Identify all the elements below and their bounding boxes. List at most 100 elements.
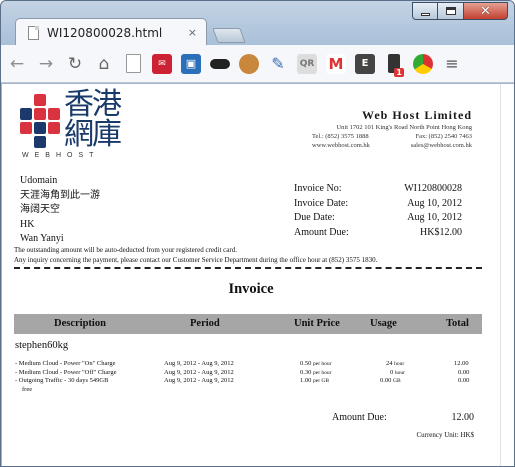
item-usage: 0.00 GB xyxy=(380,377,401,384)
menu-icon: ≡ xyxy=(445,54,459,73)
reload-icon: ↻ xyxy=(67,53,83,74)
address-line: 海阔天空 xyxy=(20,204,60,215)
scrollbar[interactable] xyxy=(500,84,514,466)
address-line: Udomain xyxy=(20,175,58,186)
usage-unit: GB xyxy=(393,378,401,384)
maximize-icon xyxy=(445,7,456,15)
toolbar: ← → ↻ ⌂ ✉ ▣ ✎ QR M E 1 ≡ xyxy=(1,45,514,83)
home-icon: ⌂ xyxy=(98,53,110,74)
minimize-icon xyxy=(420,12,430,16)
back-button[interactable]: ← xyxy=(4,51,30,77)
extension-7-button[interactable]: M xyxy=(323,51,349,77)
page-button[interactable] xyxy=(120,51,146,77)
company-web-email: www.webhost.com.hk sales@webhost.com.hk xyxy=(312,141,472,150)
extension-8-button[interactable]: E xyxy=(352,51,378,77)
window-controls: ✕ xyxy=(412,2,508,20)
evernote-icon: E xyxy=(355,53,375,74)
menu-button[interactable]: ≡ xyxy=(439,51,465,77)
browser-tab[interactable]: WI120800028.html × xyxy=(15,18,207,46)
qr-icon: QR xyxy=(297,53,317,74)
maximize-button[interactable] xyxy=(438,2,464,20)
webhost-logo: 香港網庫 WEBHOST xyxy=(20,90,132,162)
column-header-usage: Usage xyxy=(370,318,397,329)
payment-notes: The outstanding amount will be auto-dedu… xyxy=(14,246,494,265)
address-line: 天涯海角到此一游 xyxy=(20,189,100,201)
logo-wordmark: WEBHOST xyxy=(22,152,100,159)
extension-10-button[interactable] xyxy=(410,51,436,77)
incognito-mask-icon xyxy=(210,58,230,69)
item-unit-price: 1.00 per GB xyxy=(300,377,329,384)
chrome-store-icon xyxy=(413,53,433,74)
item-usage: 0 hour xyxy=(390,369,405,376)
price-unit: per GB xyxy=(313,378,330,384)
item-description: - Medium Cloud - Power "Off" Charge xyxy=(15,368,117,376)
close-window-button[interactable]: ✕ xyxy=(464,2,508,20)
extension-1-button[interactable]: ✉ xyxy=(149,51,175,77)
item-description: - Medium Cloud - Power "On" Charge xyxy=(15,360,116,367)
meta-label: Amount Due: xyxy=(294,226,349,238)
amount-due-row: Amount Due: HK$12.00 xyxy=(294,227,462,242)
item-total: 12.00 xyxy=(454,360,469,367)
item-usage: 24 hour xyxy=(386,360,404,367)
extension-2-button[interactable]: ▣ xyxy=(178,51,204,77)
extension-5-button[interactable]: ✎ xyxy=(265,51,291,77)
minimize-button[interactable] xyxy=(412,2,438,20)
invoice-meta: Invoice No: WI120800028 Invoice Date: Aug … xyxy=(294,183,462,241)
eyedropper-icon: ✎ xyxy=(271,54,285,73)
invoice-title: Invoice xyxy=(228,281,274,297)
extension-4-button[interactable] xyxy=(236,51,262,77)
usage-value: 0 xyxy=(390,368,394,376)
meta-label: Due Date: xyxy=(294,212,335,223)
forward-button[interactable]: → xyxy=(33,51,59,77)
note-line: Any inquiry concerning the payment, plea… xyxy=(14,255,378,264)
usage-unit: hour xyxy=(394,361,405,367)
company-email: sales@webhost.com.hk xyxy=(410,142,472,149)
extension-6-button[interactable]: QR xyxy=(294,51,320,77)
title-bar[interactable]: ✕ WI120800028.html × xyxy=(1,1,514,46)
extension-icon: ✉ xyxy=(152,53,172,74)
extension-9-button[interactable]: 1 xyxy=(381,51,407,77)
usage-value: 24 xyxy=(386,360,393,367)
item-period: Aug 9, 2012 - Aug 9, 2012 xyxy=(164,377,234,384)
dashed-divider xyxy=(14,267,482,269)
customer-address: Udomain 天涯海角到此一游 海阔天空 HK Wan Yanyi xyxy=(20,174,100,247)
notification-badge: 1 xyxy=(394,68,404,77)
invoice-number: WI120800028 xyxy=(404,183,462,194)
item-description: - Outgoing Traffic - 30 days 549GB xyxy=(15,377,109,384)
company-fax: Fax: (852) 2540 7463 xyxy=(415,133,472,140)
customer-id: stephen60kg xyxy=(15,340,69,351)
price-value: 0.50 xyxy=(300,360,312,367)
table-row-continuation: free xyxy=(2,386,500,395)
invoice-date-row: Invoice Date: Aug 10, 2012 xyxy=(294,198,462,213)
extension-3-button[interactable] xyxy=(207,51,233,77)
note-line: The outstanding amount will be auto-dedu… xyxy=(14,246,237,254)
tab-close-button[interactable]: × xyxy=(188,26,197,39)
meta-label: Invoice Date: xyxy=(294,197,349,209)
new-tab-button[interactable] xyxy=(212,28,246,43)
browser-window: ✕ WI120800028.html × ← → ↻ ⌂ ✉ ▣ ✎ QR M … xyxy=(0,0,515,467)
currency-unit: Currency Unit: HK$ xyxy=(416,431,474,439)
amount-due: HK$12.00 xyxy=(420,226,462,238)
amount-due-value: 12.00 xyxy=(451,412,475,423)
item-total: 0.00 xyxy=(458,368,470,376)
screenshot-icon: ▣ xyxy=(181,53,201,74)
invoice-date: Aug 10, 2012 xyxy=(407,197,462,209)
due-date-row: Due Date: Aug 10, 2012 xyxy=(294,212,462,227)
item-description-cont: free xyxy=(22,385,33,393)
invoice-number-row: Invoice No: WI120800028 xyxy=(294,183,462,198)
table-row: - Outgoing Traffic - 30 days 549GB Aug 9… xyxy=(2,377,500,386)
price-unit: per hour xyxy=(313,361,332,367)
tab-title: WI120800028.html xyxy=(47,25,163,40)
column-header-description: Description xyxy=(54,318,106,329)
company-website: www.webhost.com.hk xyxy=(312,142,370,149)
gmail-icon: M xyxy=(326,53,346,74)
meta-label: Invoice No: xyxy=(294,183,342,194)
item-unit-price: 0.50 per hour xyxy=(300,360,331,367)
column-header-period: Period xyxy=(190,318,220,329)
company-header: Web Host Limited Unit 1702 101 King's Ro… xyxy=(312,108,472,150)
home-button[interactable]: ⌂ xyxy=(91,51,117,77)
address-line: Wan Yanyi xyxy=(20,233,64,244)
price-unit: per hour xyxy=(313,369,332,376)
reload-button[interactable]: ↻ xyxy=(62,51,88,77)
logo-chinese-text: 香港網庫 xyxy=(64,87,122,152)
